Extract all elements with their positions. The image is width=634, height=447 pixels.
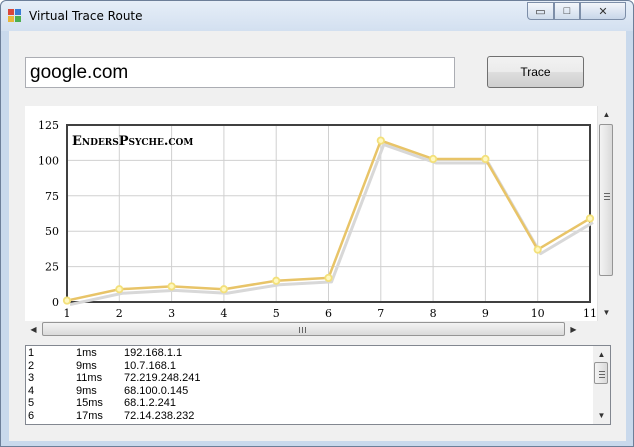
app-icon <box>8 9 21 22</box>
scroll-left-icon[interactable]: ◀ <box>25 321 42 338</box>
hop-time: 15ms <box>76 397 103 409</box>
x-tick-label: 3 <box>168 307 175 320</box>
x-tick-label: 8 <box>430 307 437 320</box>
data-point <box>428 154 438 164</box>
hop-number: 5 <box>28 397 35 409</box>
data-point <box>167 282 176 291</box>
data-point <box>272 276 281 285</box>
close-icon: ✕ <box>598 5 608 18</box>
hop-address: 68.1.2.241 <box>124 397 176 409</box>
results-scrollbar[interactable]: ▲ ▼ <box>593 346 610 424</box>
hop-time: 17ms <box>76 409 103 422</box>
x-tick-label: 9 <box>482 307 489 320</box>
maximize-button[interactable]: □ <box>554 2 580 20</box>
minimize-button[interactable]: ▭ <box>527 2 554 20</box>
x-tick-label: 6 <box>325 307 332 320</box>
list-item[interactable]: 5 15ms 68.1.2.241 <box>26 397 596 410</box>
hop-number: 3 <box>28 372 35 384</box>
chart-vertical-scrollbar[interactable]: ▲ ▼ <box>597 106 614 321</box>
close-button[interactable]: ✕ <box>580 2 626 20</box>
hop-time: 1ms <box>76 347 97 359</box>
hop-time: 9ms <box>76 359 97 372</box>
y-tick-label: 25 <box>45 261 59 274</box>
host-input[interactable] <box>25 57 455 88</box>
hop-time: 9ms <box>76 384 97 397</box>
data-point <box>115 285 124 294</box>
hop-number: 4 <box>28 384 35 397</box>
trace-button[interactable]: Trace <box>487 56 584 88</box>
scroll-right-icon[interactable]: ▶ <box>565 321 582 338</box>
chart-panel: 0 25 50 75 100 125 1 2 3 4 5 6 7 8 9 10 11 EndersPsyche.c… <box>25 106 597 336</box>
hop-number: 6 <box>28 409 35 422</box>
watermark-text: EndersPsyche.com <box>72 134 193 149</box>
list-item[interactable]: 6 17ms 72.14.238.232 <box>26 410 596 423</box>
data-point <box>324 273 333 283</box>
hop-address: 192.168.1.1 <box>124 347 183 359</box>
data-point <box>533 245 542 254</box>
hop-time: 11ms <box>76 372 103 384</box>
scroll-down-icon[interactable]: ▼ <box>593 407 610 424</box>
hop-number: 1 <box>28 347 35 359</box>
scroll-thumb[interactable] <box>594 362 608 384</box>
y-tick-label: 50 <box>45 225 59 238</box>
results-list[interactable]: 1 1ms 192.168.1.1 2 9ms 10.7.168.1 3 11ms 72.219… <box>25 345 611 425</box>
chart-horizontal-scrollbar[interactable]: ◀ ▶ <box>25 321 597 338</box>
y-tick-label: 75 <box>45 190 59 203</box>
list-item[interactable]: 3 11ms 72.219.248.241 <box>26 372 596 385</box>
data-point <box>481 154 490 164</box>
list-item[interactable]: 1 1ms 192.168.1.1 <box>26 347 596 360</box>
x-tick-label: 4 <box>220 307 227 320</box>
y-tick-label: 125 <box>38 119 59 132</box>
x-tick-label: 11 <box>583 307 597 320</box>
data-point <box>62 296 72 305</box>
x-tick-label: 7 <box>377 307 384 320</box>
y-tick-label: 0 <box>52 296 59 309</box>
scroll-up-icon[interactable]: ▲ <box>593 346 610 363</box>
x-tick-label: 10 <box>531 307 545 320</box>
client-area: Trace 02550751001251234567891011EndersPs… <box>9 31 626 441</box>
latency-chart: 0 25 50 75 100 125 1 2 3 4 5 6 7 8 9 10 11 EndersPsyche.c… <box>38 119 597 320</box>
maximize-icon: □ <box>563 5 571 17</box>
scroll-thumb[interactable] <box>42 322 565 336</box>
list-item[interactable]: 2 9ms 10.7.168.1 <box>26 360 596 373</box>
data-point <box>219 285 228 294</box>
hop-address: 10.7.168.1 <box>124 359 176 372</box>
x-tick-label: 5 <box>273 307 280 320</box>
data-point <box>585 214 595 223</box>
list-item[interactable]: 4 9ms 68.100.0.145 <box>26 385 596 398</box>
hop-address: 68.100.0.145 <box>124 384 189 397</box>
scroll-thumb[interactable] <box>599 124 613 276</box>
data-point <box>376 136 385 145</box>
x-tick-label: 2 <box>116 307 123 320</box>
window-title: Virtual Trace Route <box>29 9 143 23</box>
hop-number: 2 <box>28 359 35 372</box>
hop-address: 72.14.238.232 <box>124 409 195 422</box>
scroll-up-icon[interactable]: ▲ <box>598 106 615 123</box>
y-tick-label: 100 <box>38 154 59 167</box>
title-bar[interactable]: Virtual Trace Route ▭ □ ✕ <box>1 1 633 31</box>
x-tick-label: 1 <box>64 307 71 320</box>
hop-address: 72.219.248.241 <box>124 372 201 384</box>
app-window: Virtual Trace Route ▭ □ ✕ Trace 02550751… <box>0 0 634 447</box>
minimize-icon: ▭ <box>535 5 546 18</box>
scroll-down-icon[interactable]: ▼ <box>598 304 615 321</box>
